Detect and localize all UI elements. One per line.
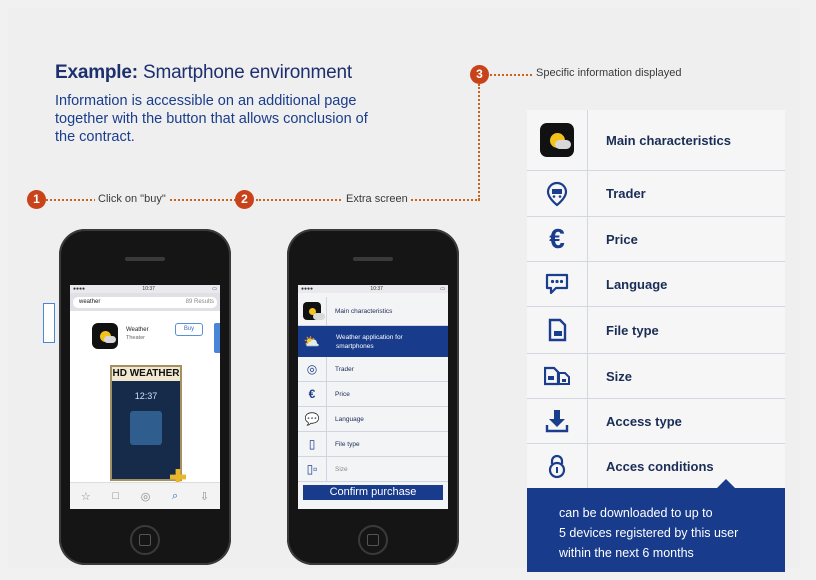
- phone-1: ●●●● 10:37 ▭ weather 89 Results Weather The…: [59, 229, 231, 565]
- step-3-badge: 3: [470, 65, 489, 84]
- panel-row-size: Size: [527, 354, 785, 399]
- speech-bubble-icon: 💬: [304, 412, 320, 426]
- access-conditions-info: can be downloaded to up to 5 devices reg…: [527, 479, 785, 572]
- weather-app-icon[interactable]: [92, 323, 118, 349]
- lock-icon: [548, 454, 566, 479]
- search-input[interactable]: weather 89 Results: [73, 296, 217, 308]
- hd-weather-screenshot: HD WEATHER 12:37: [110, 365, 186, 485]
- next-card-edge: [214, 323, 220, 353]
- status-bar: ●●●● 10:37 ▭: [70, 285, 220, 293]
- file-icon: ▯: [308, 437, 316, 451]
- p2-row-trader[interactable]: ◎ Trader: [298, 357, 448, 382]
- phone-2-home-button[interactable]: [358, 525, 388, 555]
- weather-app-icon: [303, 302, 325, 320]
- p2-row-file-type[interactable]: ▯ File type: [298, 432, 448, 457]
- info-line: 5 devices registered by this user: [559, 526, 739, 540]
- step-2-label: Extra screen: [343, 193, 411, 205]
- panel-row-trader: Trader: [527, 171, 785, 217]
- download-icon: [545, 410, 569, 433]
- panel-row-main: Main characteristics: [527, 110, 785, 171]
- app-name: Weather: [126, 327, 149, 333]
- callout-pointer: [717, 479, 735, 488]
- buy-button[interactable]: Buy: [175, 323, 203, 336]
- size-icon: [544, 366, 570, 386]
- info-line: can be downloaded to up to: [559, 506, 713, 520]
- status-bar: ●●●● 10:37 ▭: [298, 285, 448, 293]
- near-me-tab-icon[interactable]: ◎: [141, 490, 151, 503]
- file-icon: [548, 318, 567, 342]
- updates-tab-icon[interactable]: ⇩: [200, 490, 209, 503]
- panel-row-file-type: File type: [527, 307, 785, 354]
- categories-tab-icon[interactable]: □: [112, 490, 119, 502]
- phone-1-home-button[interactable]: [130, 525, 160, 555]
- panel-row-language: Language: [527, 262, 785, 307]
- p2-main-label: Main characteristics: [326, 297, 448, 325]
- speech-bubble-icon: [545, 273, 569, 295]
- panel-row-access-conditions: Acces conditions: [527, 444, 785, 488]
- weather-app-icon: [540, 123, 574, 157]
- hd-weather-title: HD WEATHER: [112, 367, 180, 381]
- prev-card-edge: [43, 303, 55, 343]
- phone-1-screen: ●●●● 10:37 ▭ weather 89 Results Weather The…: [70, 285, 220, 509]
- p2-row-price[interactable]: € Price: [298, 382, 448, 407]
- phone-2: ●●●● 10:37 ▭ Main characteristics ⛅ Weathe…: [287, 229, 459, 565]
- p2-main-row: Main characteristics: [298, 297, 448, 326]
- phone-1-speaker: [125, 257, 165, 261]
- info-line: within the next 6 months: [559, 546, 694, 560]
- step-3-label: Specific information displayed: [533, 67, 685, 79]
- search-tab-icon[interactable]: ⌕: [172, 490, 178, 503]
- step3-vertical-connector: [478, 84, 480, 200]
- page-subtitle: Information is accessible on an addition…: [55, 93, 368, 145]
- p2-highlight-label: Weather application for smartphones: [336, 333, 403, 350]
- trader-icon: [546, 181, 568, 206]
- trader-icon: ◎: [306, 362, 318, 376]
- weather-icon: ⛅: [303, 333, 321, 349]
- hd-weather-time: 12:37: [134, 391, 158, 401]
- panel-row-price: € Price: [527, 217, 785, 262]
- phone-2-speaker: [353, 257, 393, 261]
- phone-2-screen: ●●●● 10:37 ▭ Main characteristics ⛅ Weathe…: [298, 285, 448, 509]
- step-1-badge: 1: [27, 190, 46, 209]
- p2-row-size[interactable]: ▯▫ Size: [298, 457, 448, 482]
- search-bar[interactable]: weather 89 Results: [70, 293, 220, 311]
- featured-tab-icon[interactable]: ☆: [81, 490, 91, 503]
- tab-bar: ☆ □ ◎ ⌕ ⇩: [70, 482, 220, 509]
- panel-row-access-type: Access type: [527, 399, 785, 444]
- euro-icon: €: [549, 223, 565, 254]
- euro-icon: €: [308, 387, 316, 401]
- p2-row-language[interactable]: 💬 Language: [298, 407, 448, 432]
- size-icon: ▯▫: [306, 462, 318, 476]
- step-2-badge: 2: [235, 190, 254, 209]
- p2-highlight-row: ⛅ Weather application for smartphones: [298, 326, 448, 357]
- page-title: Example: Smartphone environment: [55, 62, 352, 83]
- confirm-purchase-button[interactable]: Confirm purchase: [303, 485, 443, 500]
- step-1-label: Click on "buy": [95, 193, 169, 205]
- app-subtitle: Theater: [126, 335, 145, 341]
- hd-weather-widget: [130, 411, 162, 445]
- step3-connector: [490, 74, 532, 76]
